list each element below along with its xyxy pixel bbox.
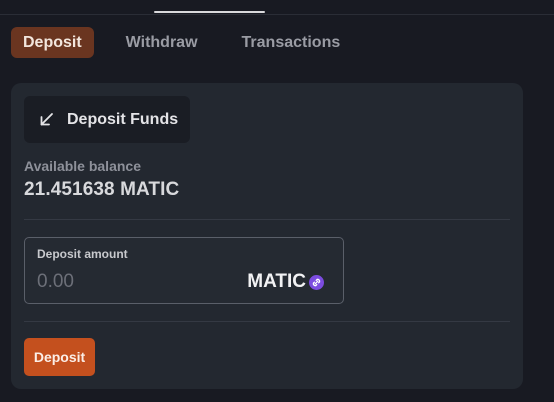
currency-label: MATIC [247,271,306,292]
deposit-button[interactable]: Deposit [24,338,95,376]
tab-bar: Deposit Withdraw Transactions [11,27,354,58]
tab-withdraw[interactable]: Withdraw [112,27,212,58]
divider [24,219,510,220]
card-header: Deposit Funds [24,96,190,143]
balance-value: 21.451638 MATIC [24,179,180,200]
deposit-card: Deposit Funds Available balance 21.45163… [11,83,523,389]
currency-indicator: MATIC [247,271,324,293]
matic-icon [309,274,324,290]
deposit-amount-input[interactable] [37,269,227,295]
top-divider [0,14,554,15]
top-active-indicator [154,11,265,13]
deposit-amount-field[interactable]: Deposit amount MATIC [24,237,344,304]
divider [24,321,510,322]
balance-label: Available balance [24,158,141,174]
card-title: Deposit Funds [67,110,179,128]
arrow-down-left-icon [38,111,55,128]
deposit-amount-label: Deposit amount [37,247,128,261]
deposit-page: Deposit Withdraw Transactions Deposit Fu… [0,0,554,402]
tab-deposit[interactable]: Deposit [11,27,94,58]
tab-transactions[interactable]: Transactions [228,27,355,58]
